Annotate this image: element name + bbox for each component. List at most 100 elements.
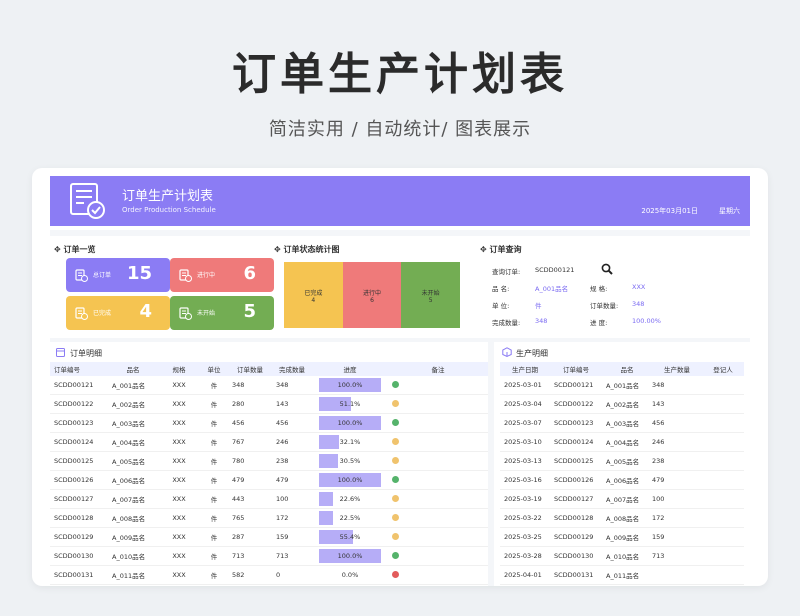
order-cell-progress: 30.5% xyxy=(312,451,388,471)
table-row[interactable]: 2025-03-25 SCDD00129 A_009品名 159 xyxy=(500,527,744,547)
order-cell-unit: 件 xyxy=(200,470,228,490)
production-cell-name: A_004品名 xyxy=(602,432,652,452)
order-cell-qty: 479 xyxy=(228,470,272,490)
table-row[interactable]: SCDD00131 A_011品名 XXX 件 582 0 0.0% xyxy=(50,565,488,585)
table-row[interactable]: 2025-03-07 SCDD00123 A_003品名 456 xyxy=(500,413,744,433)
progress-bar: 32.1% xyxy=(319,435,381,449)
order-cell-spec: XXX xyxy=(158,546,200,566)
order-cell-done: 143 xyxy=(272,394,312,414)
table-row[interactable]: SCDD00129 A_009品名 XXX 件 287 159 55.4% xyxy=(50,527,488,547)
order-cell-spec: XXX xyxy=(158,470,200,490)
production-cell-reg[interactable] xyxy=(702,546,744,566)
query-qty-label: 订单数量: xyxy=(590,302,619,310)
query-order-input[interactable]: SCDD00121 xyxy=(535,266,574,274)
check-circle-icon xyxy=(392,418,399,426)
table-row[interactable]: 2025-03-19 SCDD00127 A_007品名 100 xyxy=(500,489,744,509)
order-col-header: 单位 xyxy=(200,362,228,376)
production-cell-reg[interactable] xyxy=(702,508,744,528)
order-cell-id: SCDD00127 xyxy=(50,489,108,509)
query-qty-value: 348 xyxy=(632,300,645,308)
table-row[interactable]: SCDD00126 A_006品名 XXX 件 479 479 100.0% xyxy=(50,470,488,490)
production-cell-id: SCDD00130 xyxy=(550,546,602,566)
order-cell-progress: 100.0% xyxy=(312,546,388,566)
order-col-header: 品名 xyxy=(108,362,158,376)
table-row[interactable]: 2025-03-22 SCDD00128 A_008品名 172 xyxy=(500,508,744,528)
header-banner: 订单生产计划表 Order Production Schedule 2025年0… xyxy=(50,176,750,226)
table-row[interactable]: SCDD00122 A_002品名 XXX 件 280 143 51.1% xyxy=(50,394,488,414)
production-cell-date: 2025-03-28 xyxy=(500,546,550,566)
order-cell-progress: 100.0% xyxy=(312,376,388,395)
table-row[interactable]: SCDD00124 A_004品名 XXX 件 767 246 32.1% xyxy=(50,432,488,452)
dashboard-card: 订单生产计划表 Order Production Schedule 2025年0… xyxy=(32,168,768,586)
table-row[interactable]: 2025-03-28 SCDD00130 A_010品名 713 xyxy=(500,546,744,566)
order-cell-done: 246 xyxy=(272,432,312,452)
production-cell-name: A_006品名 xyxy=(602,470,652,490)
order-cell-qty: 767 xyxy=(228,432,272,452)
order-cell-spec: XXX xyxy=(158,376,200,395)
table-row[interactable]: 2025-03-04 SCDD00122 A_002品名 143 xyxy=(500,394,744,414)
production-col-header: 品名 xyxy=(602,362,652,376)
search-icon[interactable] xyxy=(601,263,613,275)
production-cell-reg[interactable] xyxy=(702,489,744,509)
production-cell-reg[interactable] xyxy=(702,413,744,433)
order-cell-status xyxy=(388,470,488,490)
production-cell-reg[interactable] xyxy=(702,527,744,547)
progress-text: 0.0% xyxy=(341,571,359,579)
stat-card-value: 6 xyxy=(243,263,256,284)
production-cell-qty: 479 xyxy=(652,470,702,490)
production-cell-name: A_010品名 xyxy=(602,546,652,566)
table-row[interactable]: 2025-03-01 SCDD00121 A_001品名 348 xyxy=(500,376,744,395)
production-cell-date: 2025-04-01 xyxy=(500,565,550,585)
table-row[interactable]: SCDD00127 A_007品名 XXX 件 443 100 22.6% xyxy=(50,489,488,509)
table-row[interactable]: SCDD00130 A_010品名 XXX 件 713 713 100.0% xyxy=(50,546,488,566)
content-area: ✥ 订单一览 ✥ 订单状态统计图 ✥ 订单查询 总订单 15 进行中 6 已完成 4 未开始… xyxy=(50,230,750,586)
production-cell-reg[interactable] xyxy=(702,470,744,490)
order-cell-unit: 件 xyxy=(200,508,228,528)
order-cell-qty: 456 xyxy=(228,413,272,433)
production-cell-name: A_008品名 xyxy=(602,508,652,528)
production-cell-name: A_002品名 xyxy=(602,394,652,414)
stat-card-label: 未开始 xyxy=(197,310,216,317)
banner-weekday: 星期六 xyxy=(719,207,740,215)
status-segment-value: 6 xyxy=(370,297,374,304)
progress-bar: 22.5% xyxy=(319,511,381,525)
table-row[interactable]: 2025-03-10 SCDD00124 A_004品名 246 xyxy=(500,432,744,452)
table-row[interactable]: SCDD00128 A_008品名 XXX 件 765 172 22.5% xyxy=(50,508,488,528)
production-cell-qty: 348 xyxy=(652,376,702,395)
production-cell-reg[interactable] xyxy=(702,394,744,414)
status-segment-0: 已完成 4 xyxy=(284,262,343,328)
table-row[interactable]: SCDD00121 A_001品名 XXX 件 348 348 100.0% xyxy=(50,376,488,395)
order-cell-unit: 件 xyxy=(200,527,228,547)
table-row[interactable]: SCDD00123 A_003品名 XXX 件 456 456 100.0% xyxy=(50,413,488,433)
order-cell-qty: 713 xyxy=(228,546,272,566)
order-cell-spec: XXX xyxy=(158,413,200,433)
order-cell-id: SCDD00128 xyxy=(50,508,108,528)
order-cell-spec: XXX xyxy=(158,527,200,547)
progress-bar: 100.0% xyxy=(319,549,381,563)
stat-card-value: 15 xyxy=(126,263,152,284)
order-cell-qty: 582 xyxy=(228,565,272,585)
production-cell-id: SCDD00125 xyxy=(550,451,602,471)
production-cell-reg[interactable] xyxy=(702,376,744,395)
progress-text: 30.5% xyxy=(339,457,361,465)
table-row[interactable]: SCDD00125 A_005品名 XXX 件 780 238 30.5% xyxy=(50,451,488,471)
production-cell-reg[interactable] xyxy=(702,451,744,471)
production-col-header: 订单编号 xyxy=(550,362,602,376)
table-row[interactable]: 2025-03-16 SCDD00126 A_006品名 479 xyxy=(500,470,744,490)
production-cell-id: SCDD00121 xyxy=(550,376,602,395)
order-cell-id: SCDD00121 xyxy=(50,376,108,395)
status-segment-value: 5 xyxy=(428,297,433,304)
progress-bar: 55.4% xyxy=(319,530,381,544)
table-row[interactable]: 2025-03-13 SCDD00125 A_005品名 238 xyxy=(500,451,744,471)
order-cell-status xyxy=(388,508,488,528)
order-cell-progress: 22.5% xyxy=(312,508,388,528)
banner-date: 2025年03月01日 xyxy=(641,207,698,215)
order-cell-unit: 件 xyxy=(200,565,228,585)
table-row[interactable]: 2025-04-01 SCDD00131 A_011品名 xyxy=(500,565,744,585)
cross-circle-icon xyxy=(392,570,399,578)
order-cell-progress: 32.1% xyxy=(312,432,388,452)
production-cell-reg[interactable] xyxy=(702,565,744,585)
order-cell-spec: XXX xyxy=(158,432,200,452)
production-cell-reg[interactable] xyxy=(702,432,744,452)
production-cell-name: A_007品名 xyxy=(602,489,652,509)
